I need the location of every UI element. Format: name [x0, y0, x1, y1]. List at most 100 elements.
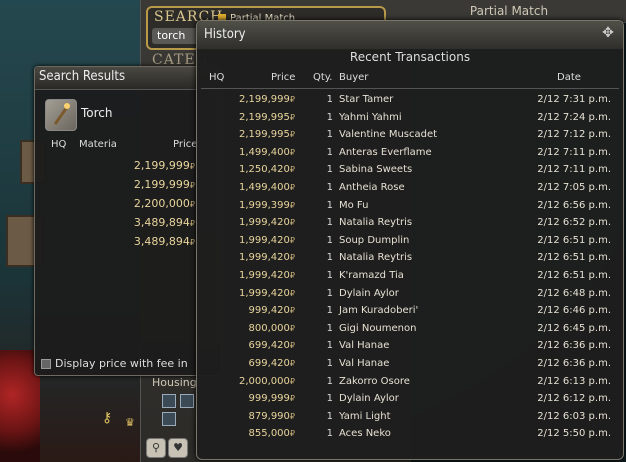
result-row-price[interactable]: 2,199,999₽: [95, 159, 195, 172]
transaction-row[interactable]: 1,499,400₽ 1 Anteras Everflame 2/12 7:11 p.…: [197, 147, 623, 164]
gil-icon: ₽: [289, 235, 295, 245]
transaction-row[interactable]: 1,999,399₽ 1 Mo Fu 2/12 6:56 p.m.: [197, 200, 623, 217]
display-fee-label: Display price with fee in: [55, 357, 188, 370]
torch-item-icon[interactable]: [45, 99, 77, 131]
transaction-price-value: 1,999,420: [239, 287, 290, 299]
transaction-price-value: 1,999,420: [239, 234, 290, 246]
transaction-price: 999,999₽: [217, 393, 295, 404]
gil-icon: ₽: [289, 394, 295, 404]
transaction-row[interactable]: 2,199,995₽ 1 Valentine Muscadet 2/12 7:12 p…: [197, 129, 623, 146]
header-divider: [201, 88, 619, 89]
close-icon[interactable]: ✥: [600, 25, 616, 41]
transaction-row[interactable]: 855,000₽ 1 Aces Neko 2/12 5:50 p.m.: [197, 428, 623, 445]
transaction-price: 879,990₽: [217, 411, 295, 422]
transaction-buyer: Valentine Muscadet: [339, 129, 438, 141]
transaction-buyer: Val Hanae: [339, 340, 390, 352]
transaction-price: 2,199,995₽: [217, 112, 295, 123]
transaction-qty: 1: [326, 410, 333, 422]
transaction-price-value: 2,199,995: [239, 129, 290, 141]
transaction-buyer: Dylain Aylor: [339, 393, 399, 405]
transaction-date: 2/12 6:36 p.m.: [537, 340, 611, 352]
transaction-price: 1,499,400₽: [217, 182, 295, 193]
favorite-heart-button[interactable]: ♥: [168, 438, 188, 458]
search-results-window: Search Results Torch HQ Materia Price 2,…: [34, 66, 222, 376]
result-price-value: 2,199,999: [133, 159, 190, 172]
transaction-price-value: 699,420: [248, 340, 290, 352]
transaction-row[interactable]: 2,199,995₽ 1 Yahmi Yahmi 2/12 7:24 p.m.: [197, 112, 623, 129]
transaction-row[interactable]: 699,420₽ 1 Val Hanae 2/12 6:36 p.m.: [197, 340, 623, 357]
transaction-row[interactable]: 2,199,999₽ 1 Star Tamer 2/12 7:31 p.m.: [197, 94, 623, 111]
transaction-qty: 1: [326, 94, 333, 105]
history-window: History ✥ Recent Transactions HQ Price Q…: [196, 20, 624, 460]
transaction-buyer: Val Hanae: [339, 358, 390, 369]
housing-category-icon[interactable]: [162, 394, 176, 408]
transaction-price-value: 1,999,420: [239, 270, 290, 281]
transaction-row[interactable]: 1,999,420₽ 1 Natalia Reytris 2/12 6:52 p.m.: [197, 217, 623, 234]
key-icon[interactable]: ⚷: [102, 410, 112, 426]
transaction-date: 2/12 7:24 p.m.: [537, 111, 611, 123]
gil-icon: ₽: [189, 200, 195, 209]
result-row-price[interactable]: 2,200,000₽: [95, 197, 195, 210]
transaction-price-value: 879,990: [248, 410, 290, 422]
transaction-price-value: 999,999: [248, 393, 290, 405]
gil-icon: ₽: [189, 238, 195, 247]
transaction-price-value: 2,199,995: [239, 111, 290, 123]
result-row-price[interactable]: 3,489,894₽: [95, 235, 195, 248]
transaction-row[interactable]: 2,000,000₽ 1 Zakorro Osore 2/12 6:13 p.m.: [197, 376, 623, 393]
gil-icon: ₽: [289, 147, 295, 157]
search-magnifier-button[interactable]: ⚲: [146, 438, 166, 458]
result-price-value: 3,489,894: [133, 216, 190, 229]
housing-category-icon[interactable]: [180, 394, 194, 408]
transaction-row[interactable]: 800,000₽ 1 Gigi Noumenon 2/12 6:45 p.m.: [197, 323, 623, 340]
recent-transactions-heading: Recent Transactions: [349, 50, 471, 64]
transaction-price-value: 699,420: [248, 358, 290, 369]
transaction-row[interactable]: 1,999,420₽ 1 Dylain Aylor 2/12 6:48 p.m.: [197, 288, 623, 305]
transaction-row[interactable]: 1,499,400₽ 1 Antheia Rose 2/12 7:05 p.m.: [197, 182, 623, 199]
transaction-qty: 1: [326, 146, 333, 158]
housing-category-icon[interactable]: [162, 412, 176, 426]
transaction-price: 1,250,420₽: [217, 164, 295, 175]
transaction-qty: 1: [326, 234, 333, 246]
result-row-price[interactable]: 2,199,999₽: [95, 178, 195, 191]
transaction-buyer: Soup Dumplin: [339, 234, 410, 246]
transaction-date: 2/12 6:56 p.m.: [537, 199, 611, 211]
col-hq: HQ: [209, 72, 225, 83]
transaction-row[interactable]: 999,999₽ 1 Dylain Aylor 2/12 6:12 p.m.: [197, 393, 623, 410]
transaction-qty: 1: [326, 164, 333, 176]
transaction-price-value: 1,999,399: [239, 199, 290, 211]
transaction-date: 2/12 7:11 p.m.: [537, 146, 611, 158]
gil-icon: ₽: [289, 429, 295, 439]
display-fee-toggle[interactable]: Display price with fee in: [41, 357, 188, 370]
gil-icon: ₽: [289, 165, 295, 175]
gil-icon: ₽: [289, 288, 295, 298]
gil-icon: ₽: [189, 181, 195, 190]
gil-icon: ₽: [289, 130, 295, 140]
transaction-buyer: K'ramazd Tia: [339, 270, 404, 281]
gil-icon: ₽: [189, 162, 195, 171]
result-price-value: 3,489,894: [133, 235, 190, 248]
transaction-date: 2/12 6:36 p.m.: [537, 358, 611, 369]
transaction-row[interactable]: 999,420₽ 1 Jam Kuradoberi' 2/12 6:46 p.m.: [197, 305, 623, 322]
result-row-price[interactable]: 3,489,894₽: [95, 216, 195, 229]
transaction-price: 1,499,400₽: [217, 147, 295, 158]
transaction-buyer: Star Tamer: [339, 94, 394, 105]
transaction-buyer: Sabina Sweets: [339, 164, 413, 176]
transaction-row[interactable]: 1,999,420₽ 1 Natalia Reytris 2/12 6:51 p.m.: [197, 252, 623, 269]
transaction-date: 2/12 6:52 p.m.: [537, 217, 611, 229]
transaction-row[interactable]: 1,999,420₽ 1 Soup Dumplin 2/12 6:51 p.m.: [197, 235, 623, 252]
transaction-row[interactable]: 699,420₽ 1 Val Hanae 2/12 6:36 p.m.: [197, 358, 623, 375]
transaction-qty: 1: [326, 111, 333, 123]
history-titlebar[interactable]: [197, 21, 623, 49]
transaction-row[interactable]: 1,999,420₽ 1 K'ramazd Tia 2/12 6:51 p.m.: [197, 270, 623, 287]
transaction-date: 2/12 6:46 p.m.: [537, 305, 611, 317]
transaction-row[interactable]: 879,990₽ 1 Yami Light 2/12 6:03 p.m.: [197, 411, 623, 428]
gil-icon: ₽: [289, 359, 295, 368]
transaction-date: 2/12 6:51 p.m.: [537, 252, 611, 264]
transaction-qty: 1: [326, 322, 333, 334]
col-hq: HQ: [51, 139, 67, 150]
transaction-row[interactable]: 1,250,420₽ 1 Sabina Sweets 2/12 7:11 p.m.: [197, 164, 623, 181]
transaction-date: 2/12 6:13 p.m.: [537, 375, 611, 387]
transaction-date: 2/12 6:48 p.m.: [537, 287, 611, 299]
col-materia: Materia: [79, 139, 117, 150]
transaction-buyer: Yami Light: [339, 410, 391, 422]
